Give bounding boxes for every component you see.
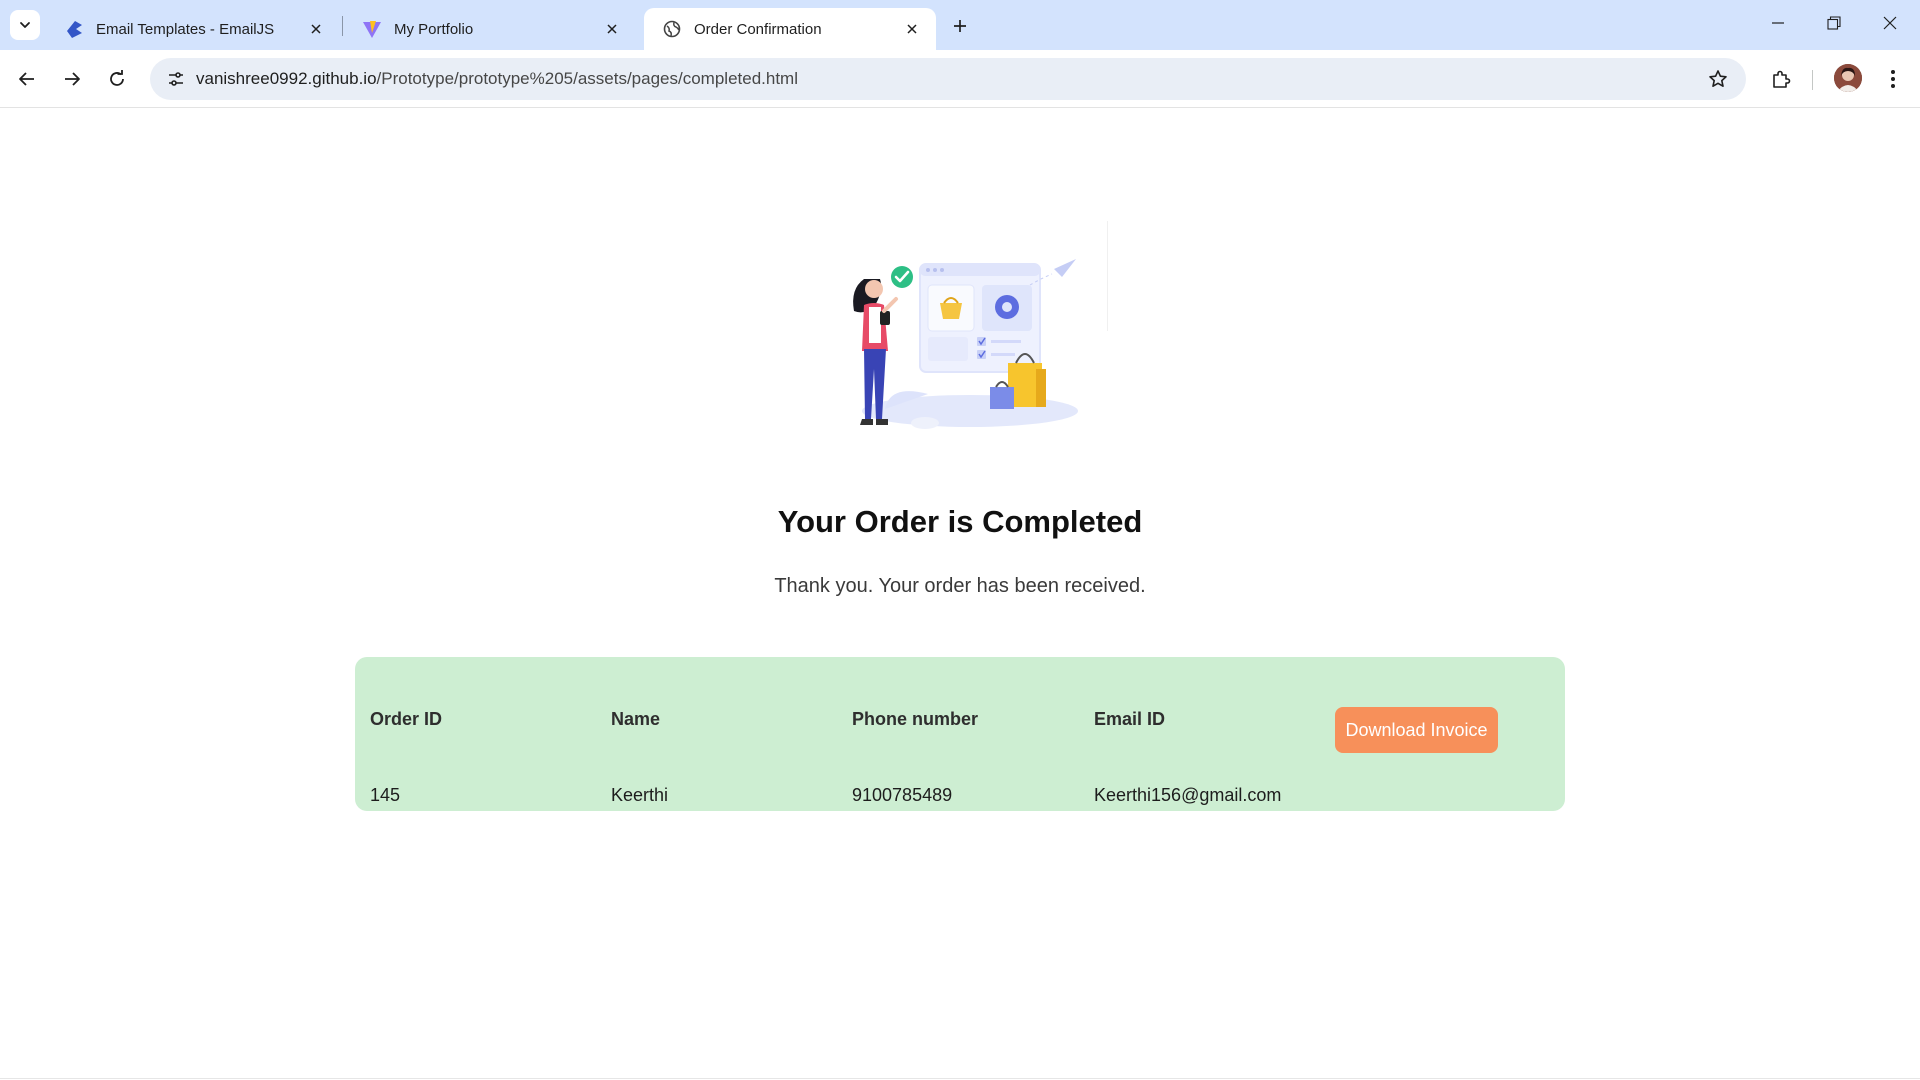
minimize-icon xyxy=(1772,22,1784,24)
order-id-header: Order ID xyxy=(370,709,443,729)
restore-button[interactable] xyxy=(1806,0,1862,46)
close-icon[interactable] xyxy=(602,19,622,39)
address-bar[interactable]: vanishree0992.github.io/Prototype/protot… xyxy=(150,58,1746,100)
close-icon[interactable] xyxy=(306,19,326,39)
tab-order-confirmation[interactable]: Order Confirmation xyxy=(644,8,936,50)
chevron-down-icon xyxy=(20,22,30,28)
page-title: Your Order is Completed xyxy=(777,504,1143,539)
close-icon xyxy=(1883,16,1897,30)
bookmark-button[interactable] xyxy=(1702,63,1734,95)
download-invoice-button[interactable]: Download Invoice xyxy=(1335,707,1498,753)
close-window-button[interactable] xyxy=(1862,0,1918,46)
globe-icon xyxy=(662,19,682,39)
vite-icon xyxy=(362,19,382,39)
new-tab-button[interactable] xyxy=(946,12,974,40)
email-value: Keerthi156@gmail.com xyxy=(1094,785,1282,805)
reload-icon xyxy=(110,70,124,86)
page-content: Your Order is Completed Thank you. Your … xyxy=(0,109,1920,1079)
url-host: vanishree0992.github.io xyxy=(196,69,377,88)
browser-toolbar: vanishree0992.github.io/Prototype/protot… xyxy=(0,50,1920,108)
arrow-left-icon xyxy=(19,72,34,86)
tune-icon xyxy=(169,72,183,86)
tab-search-button[interactable] xyxy=(10,10,40,40)
phone-header: Phone number xyxy=(852,709,979,729)
email-header: Email ID xyxy=(1094,709,1166,729)
star-icon xyxy=(1709,70,1727,87)
minimize-button[interactable] xyxy=(1750,0,1806,46)
order-details-card: Order ID Name Phone number Email ID 145 … xyxy=(355,657,1565,811)
page-subtitle: Thank you. Your order has been received. xyxy=(774,575,1146,597)
illustration-divider xyxy=(1107,221,1108,331)
url-path: /Prototype/prototype%205/assets/pages/co… xyxy=(376,69,798,88)
forward-button[interactable] xyxy=(55,62,89,96)
order-completed-illustration xyxy=(840,219,1080,439)
back-button[interactable] xyxy=(10,62,44,96)
avatar-icon xyxy=(1834,64,1862,92)
restore-icon xyxy=(1827,16,1841,30)
reload-button[interactable] xyxy=(100,62,134,96)
tab-divider xyxy=(342,16,343,36)
menu-button[interactable] xyxy=(1876,62,1910,96)
extensions-button[interactable] xyxy=(1764,62,1798,96)
tab-my-portfolio[interactable]: My Portfolio xyxy=(344,8,636,50)
phone-value: 9100785489 xyxy=(852,785,953,805)
order-id-value: 145 xyxy=(370,785,401,805)
name-value: Keerthi xyxy=(611,785,669,805)
name-header: Name xyxy=(611,709,661,729)
more-vertical-icon xyxy=(1891,70,1895,88)
tab-title: My Portfolio xyxy=(394,20,474,38)
plus-icon xyxy=(954,20,966,32)
profile-avatar[interactable] xyxy=(1834,64,1862,92)
close-icon[interactable] xyxy=(902,19,922,39)
tab-title: Order Confirmation xyxy=(694,20,822,38)
tab-email-templates[interactable]: Email Templates - EmailJS xyxy=(46,8,340,50)
tab-strip: Email Templates - EmailJS My Portfolio O… xyxy=(0,0,1920,50)
puzzle-icon xyxy=(1773,70,1791,88)
site-info-button[interactable] xyxy=(160,63,192,95)
tab-title: Email Templates - EmailJS xyxy=(96,20,275,38)
arrow-right-icon xyxy=(65,72,80,86)
page-bottom-divider xyxy=(0,1078,1920,1079)
toolbar-divider xyxy=(1812,70,1813,90)
emailjs-icon xyxy=(64,19,84,39)
url-text[interactable]: vanishree0992.github.io/Prototype/protot… xyxy=(196,58,798,100)
